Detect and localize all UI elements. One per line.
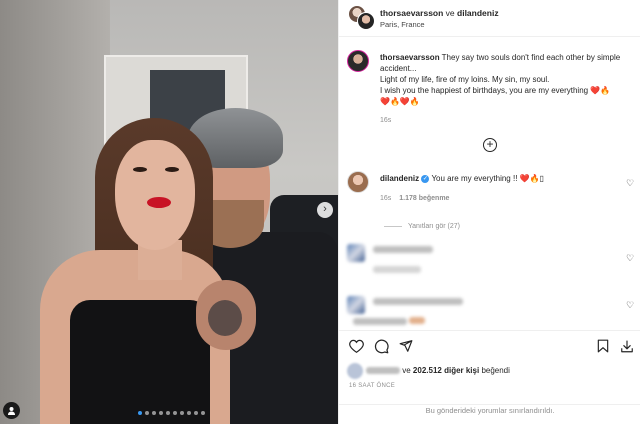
reply-heart-icon[interactable]: ♡ bbox=[626, 300, 634, 311]
comment-timestamp: 16s bbox=[380, 195, 392, 202]
next-arrow-icon[interactable]: › bbox=[317, 202, 333, 218]
comment-text: You are my everything !! ❤️🔥▯ bbox=[431, 174, 544, 183]
heart-icon[interactable] bbox=[349, 339, 364, 353]
blurred-text bbox=[353, 318, 407, 325]
add-comment-icon[interactable]: + bbox=[483, 138, 497, 152]
post-photo[interactable]: › bbox=[0, 0, 338, 424]
photo-hand-tattoo bbox=[208, 300, 242, 336]
likes-suffix[interactable]: diğer kişi bbox=[444, 366, 479, 375]
blurred-text bbox=[373, 266, 421, 273]
carousel-dot bbox=[201, 411, 205, 415]
photo-woman-eye bbox=[165, 167, 179, 172]
likes-summary[interactable]: ve 202.512 diğer kişi beğendi bbox=[347, 363, 510, 379]
carousel-dot bbox=[145, 411, 149, 415]
view-replies-label: Yanıtları gör (27) bbox=[408, 223, 461, 230]
instagram-post-view: › thorsaevarsson ve dilandeniz Paris, Fr… bbox=[0, 0, 640, 424]
comment: dilandeniz ✓ You are my everything !! ❤️… bbox=[380, 174, 544, 183]
comment-meta: 16s 1.178 beğenme bbox=[380, 195, 449, 202]
blurred-liker-name bbox=[366, 367, 400, 375]
share-icon[interactable] bbox=[399, 339, 413, 353]
carousel-dot bbox=[159, 411, 163, 415]
photo-woman-lips bbox=[147, 197, 171, 208]
caption-line: I wish you the happiest of birthdays, yo… bbox=[380, 86, 611, 95]
view-replies-button[interactable]: Yanıtları gör (27) bbox=[384, 223, 460, 230]
caption-line: ❤️🔥❤️🔥 bbox=[380, 97, 420, 106]
reply-heart-icon[interactable]: ♡ bbox=[626, 253, 634, 264]
author2-avatar[interactable] bbox=[357, 12, 375, 30]
post-authors: thorsaevarsson ve dilandeniz bbox=[380, 8, 499, 18]
blurred-text bbox=[373, 298, 463, 305]
photo-woman-face bbox=[115, 140, 195, 250]
likes-end: beğendi bbox=[481, 366, 510, 376]
comments-limited-note: Bu gönderideki yorumlar sınırlandırıldı. bbox=[339, 404, 640, 425]
likes-prefix: ve bbox=[402, 366, 411, 376]
carousel-dot bbox=[180, 411, 184, 415]
carousel-dot bbox=[173, 411, 177, 415]
author1-link[interactable]: thorsaevarsson bbox=[380, 8, 443, 18]
verified-icon: ✓ bbox=[421, 174, 430, 183]
caption-timestamp: 16s bbox=[380, 117, 392, 124]
authors-conjunction: ve bbox=[443, 8, 458, 18]
blurred-avatar bbox=[347, 296, 365, 314]
comments-limited-text: Bu gönderideki yorumlar sınırlandırıldı. bbox=[425, 406, 555, 415]
carousel-dot bbox=[187, 411, 191, 415]
photo-woman-eye bbox=[133, 167, 147, 172]
photo-woman-top bbox=[70, 300, 210, 424]
comment-username[interactable]: dilandeniz bbox=[380, 174, 419, 183]
carousel-dot bbox=[166, 411, 170, 415]
replies-divider bbox=[384, 225, 402, 227]
post-side-panel: thorsaevarsson ve dilandeniz Paris, Fran… bbox=[338, 0, 640, 424]
carousel-dot-active bbox=[138, 411, 142, 415]
comment-avatar[interactable] bbox=[347, 171, 369, 193]
post-header: thorsaevarsson ve dilandeniz Paris, Fran… bbox=[339, 0, 640, 37]
blurred-emoji bbox=[409, 317, 425, 324]
author2-link[interactable]: dilandeniz bbox=[457, 8, 499, 18]
blurred-text bbox=[373, 246, 433, 253]
caption-username[interactable]: thorsaevarsson bbox=[380, 53, 440, 62]
download-icon[interactable] bbox=[620, 339, 634, 354]
tag-user-icon[interactable] bbox=[3, 402, 20, 419]
post-location[interactable]: Paris, France bbox=[380, 20, 425, 29]
comment-heart-icon[interactable]: ♡ bbox=[626, 178, 634, 189]
comment-icon[interactable] bbox=[374, 339, 389, 354]
post-caption: thorsaevarsson They say two souls don't … bbox=[380, 52, 632, 107]
carousel-dot bbox=[194, 411, 198, 415]
caption-line: Light of my life, fire of my loins. My s… bbox=[380, 75, 550, 84]
likes-count[interactable]: 202.512 bbox=[413, 366, 442, 375]
blurred-avatar bbox=[347, 244, 365, 262]
caption-avatar[interactable] bbox=[347, 50, 369, 72]
carousel-indicator bbox=[138, 411, 205, 415]
post-time-ago: 16 SAAT ÖNCE bbox=[349, 383, 396, 389]
save-icon[interactable] bbox=[597, 339, 609, 353]
carousel-dot bbox=[152, 411, 156, 415]
comment-likes[interactable]: 1.178 beğenme bbox=[399, 195, 449, 202]
likes-blurred-avatar bbox=[347, 363, 363, 379]
